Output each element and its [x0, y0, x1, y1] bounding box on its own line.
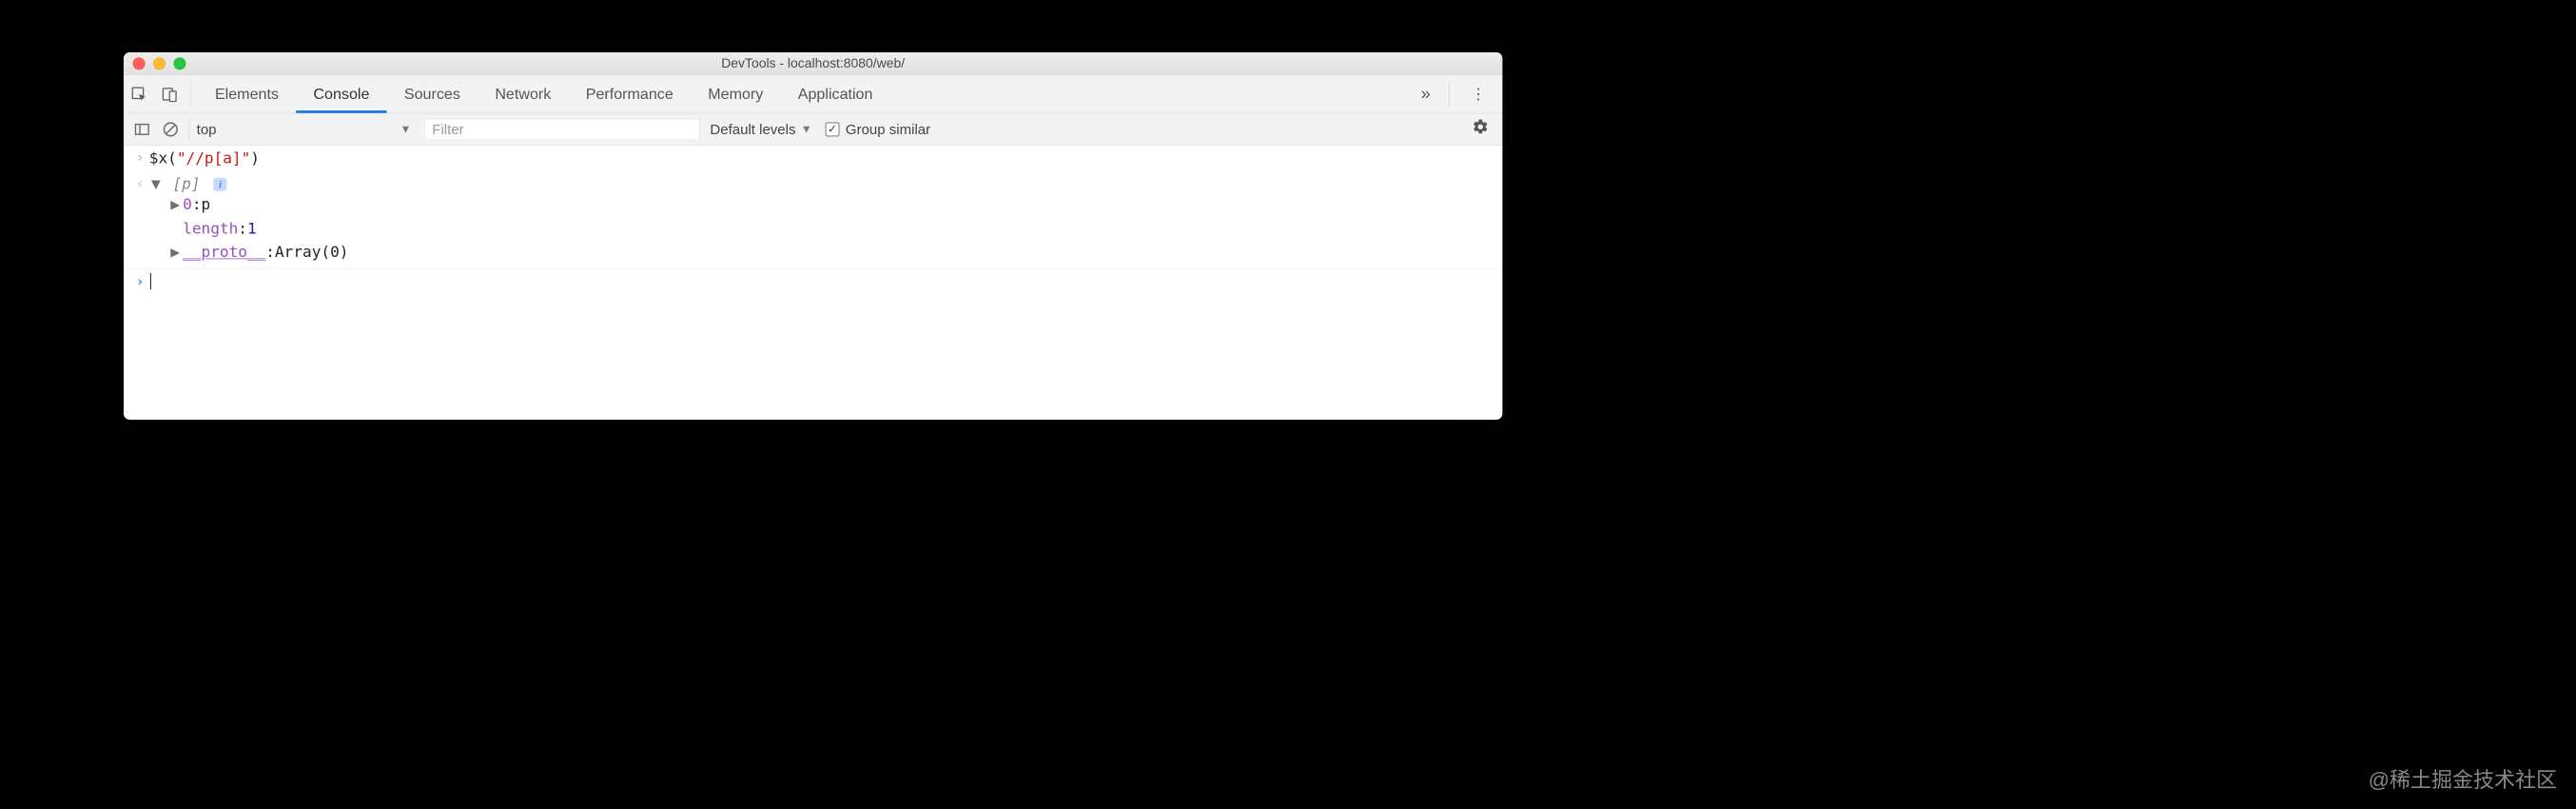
filter-placeholder: Filter — [432, 121, 463, 137]
tab-sources[interactable]: Sources — [387, 75, 478, 113]
tab-application[interactable]: Application — [781, 75, 890, 113]
console-input-history: › $x("//p[a]") — [124, 146, 1502, 171]
console-input[interactable] — [149, 273, 1495, 291]
chevron-down-icon: ▼ — [400, 123, 412, 136]
window-title: DevTools - localhost:8080/web/ — [124, 55, 1502, 71]
disclosure-closed-icon[interactable]: ▶ — [170, 193, 183, 217]
group-similar-label: Group similar — [846, 121, 930, 137]
tree-row: length: 1 — [170, 217, 1495, 241]
chevron-down-icon: ▼ — [801, 123, 812, 136]
tab-performance[interactable]: Performance — [569, 75, 692, 113]
inspect-element-icon[interactable] — [124, 75, 154, 113]
console-result: ‹ ▼ [p] i ▶ 0: p length: 1 — [124, 171, 1502, 269]
console-toolbar: top ▼ Filter Default levels ▼ ✓ Group si… — [124, 113, 1502, 145]
context-value: top — [197, 121, 217, 137]
tree-row[interactable]: ▶ 0: p — [170, 193, 1495, 217]
menu-kebab-icon[interactable]: ⋮ — [1455, 85, 1502, 103]
tab-elements[interactable]: Elements — [198, 75, 296, 113]
sidebar-toggle-icon[interactable] — [127, 113, 156, 145]
console-body: › $x("//p[a]") ‹ ▼ [p] i ▶ 0: p — [124, 146, 1502, 420]
tab-memory[interactable]: Memory — [691, 75, 781, 113]
panel-tabs: Elements Console Sources Network Perform… — [124, 75, 1502, 114]
tab-network[interactable]: Network — [478, 75, 568, 113]
result-arrow-icon: ‹ — [131, 175, 149, 191]
disclosure-closed-icon[interactable]: ▶ — [170, 241, 183, 265]
settings-gear-icon[interactable] — [1472, 118, 1489, 140]
log-levels-selector[interactable]: Default levels ▼ — [710, 121, 811, 137]
info-badge-icon[interactable]: i — [214, 178, 227, 191]
device-toolbar-icon[interactable] — [154, 75, 185, 113]
tree-row[interactable]: ▶ __proto__: Array(0) — [170, 241, 1495, 265]
prompt-icon: › — [131, 273, 149, 289]
result-summary[interactable]: ▼ [p] i — [151, 175, 1495, 193]
tab-console[interactable]: Console — [296, 75, 386, 113]
group-similar-toggle[interactable]: ✓ Group similar — [825, 121, 930, 137]
titlebar: DevTools - localhost:8080/web/ — [124, 52, 1502, 75]
devtools-window: DevTools - localhost:8080/web/ Elements … — [124, 52, 1502, 420]
more-tabs-icon[interactable]: » — [1409, 84, 1443, 104]
context-selector[interactable]: top ▼ — [189, 118, 419, 141]
clear-console-icon[interactable] — [156, 113, 185, 145]
levels-label: Default levels — [710, 121, 795, 137]
text-cursor — [150, 273, 151, 289]
watermark: @稀土掘金技术社区 — [2369, 763, 2557, 794]
divider — [191, 82, 192, 107]
checkbox-icon[interactable]: ✓ — [825, 122, 839, 136]
divider — [1449, 82, 1450, 107]
result-tree: ▶ 0: p length: 1 ▶ __proto__: Array(0) — [170, 193, 1495, 265]
input-expression: $x("//p[a]") — [149, 149, 1495, 168]
disclosure-open-icon[interactable]: ▼ — [151, 175, 164, 193]
filter-input[interactable]: Filter — [424, 118, 699, 140]
console-prompt[interactable]: › — [124, 269, 1502, 296]
prompt-history-icon: › — [131, 149, 149, 166]
